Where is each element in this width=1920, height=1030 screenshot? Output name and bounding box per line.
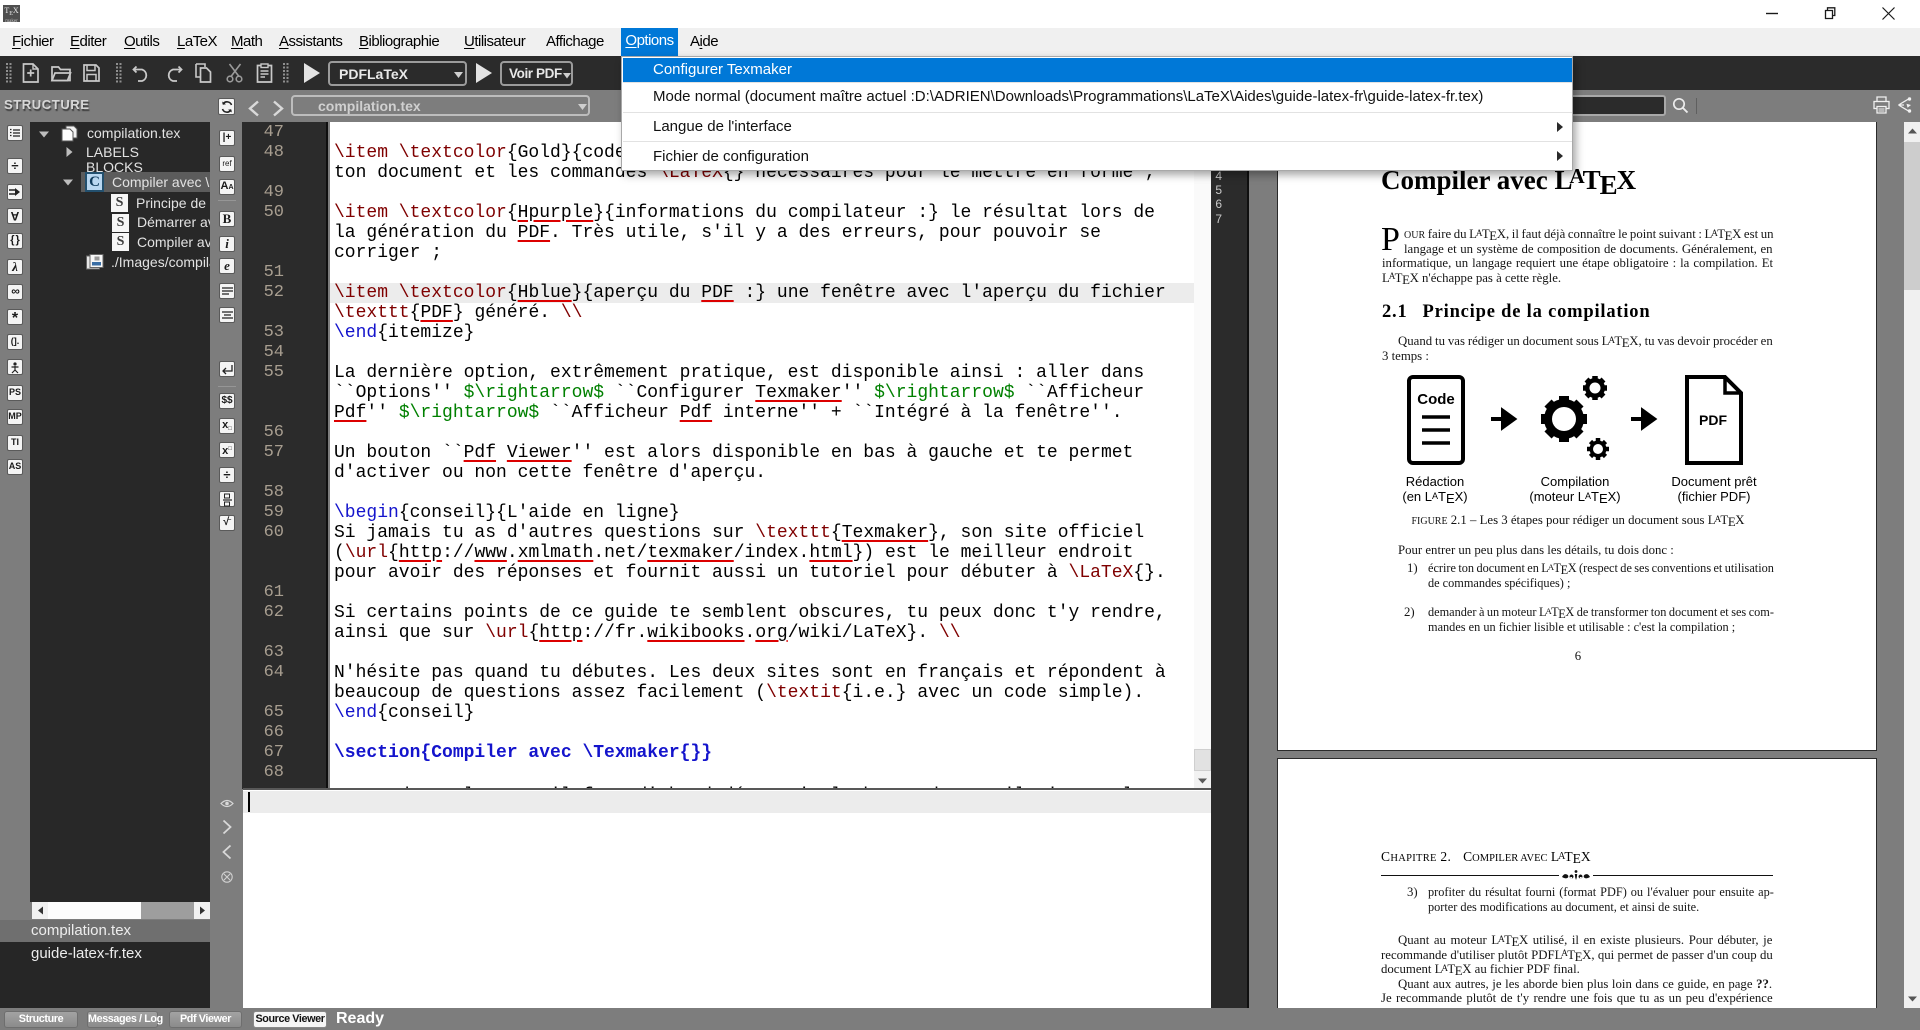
svg-text:Code: Code — [1417, 391, 1455, 408]
svg-text:PDF: PDF — [1699, 412, 1727, 428]
